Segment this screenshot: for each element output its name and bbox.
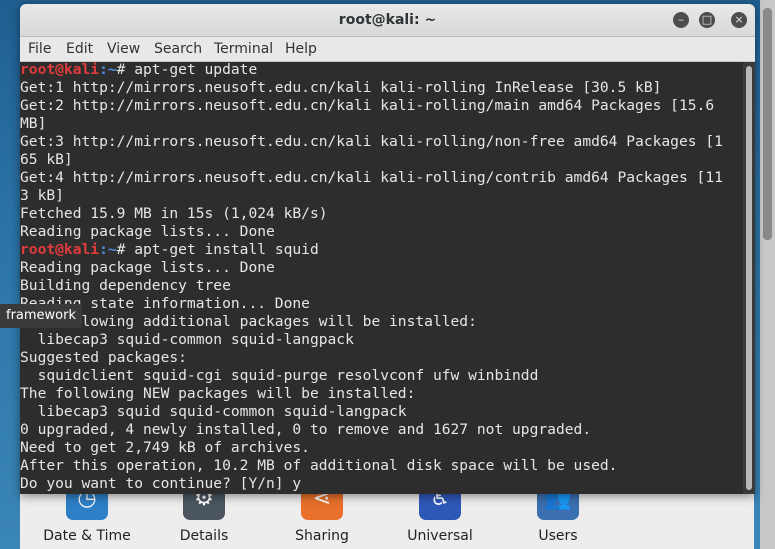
terminal-line: Do you want to continue? [Y/n] y bbox=[20, 475, 302, 492]
terminal-line: libecap3 squid squid-common squid-langpa… bbox=[20, 403, 407, 420]
framework-tooltip: framework bbox=[0, 304, 83, 328]
settings-scroll-thumb[interactable] bbox=[763, 8, 772, 240]
terminal-line: 3 kB] bbox=[20, 187, 64, 204]
menu-terminal[interactable]: Terminal bbox=[214, 37, 273, 61]
terminal-line: 0 upgraded, 4 newly installed, 0 to remo… bbox=[20, 421, 592, 438]
bottom-item-label: Universal bbox=[407, 528, 473, 544]
minimize-button[interactable]: – bbox=[673, 12, 689, 28]
prompt-user: root@kali bbox=[20, 61, 100, 78]
menubar: File Edit View Search Terminal Help bbox=[20, 37, 755, 62]
window-titlebar[interactable]: root@kali: ~ – □ × bbox=[20, 4, 755, 37]
prompt-user: root@kali bbox=[20, 241, 100, 258]
menu-search[interactable]: Search bbox=[154, 37, 202, 61]
terminal-line: squidclient squid-cgi squid-purge resolv… bbox=[20, 367, 539, 384]
terminal-line: Fetched 15.9 MB in 15s (1,024 kB/s) bbox=[20, 205, 328, 222]
terminal-window[interactable]: root@kali: ~ – □ × File Edit View Search… bbox=[20, 4, 755, 494]
terminal-prompt-line: root@kali:~# apt-get install squid bbox=[20, 241, 742, 259]
window-title: root@kali: ~ bbox=[338, 12, 437, 28]
prompt-command: apt-get update bbox=[134, 61, 258, 78]
terminal-text[interactable]: root@kali:~# apt-get update Get:1 http://… bbox=[20, 61, 742, 493]
terminal-output-area[interactable]: root@kali:~# apt-get update Get:1 http://… bbox=[20, 61, 755, 494]
terminal-line: Get:2 http://mirrors.neusoft.edu.cn/kali… bbox=[20, 97, 715, 114]
maximize-button[interactable]: □ bbox=[699, 12, 715, 28]
terminal-line: Suggested packages: bbox=[20, 349, 187, 366]
terminal-line: Reading state information... Done bbox=[20, 295, 310, 312]
menu-help[interactable]: Help bbox=[285, 37, 317, 61]
terminal-prompt-line: root@kali:~# apt-get update bbox=[20, 61, 742, 79]
menu-view[interactable]: View bbox=[107, 37, 140, 61]
terminal-line: The following additional packages will b… bbox=[20, 313, 477, 330]
terminal-line: Get:3 http://mirrors.neusoft.edu.cn/kali… bbox=[20, 133, 723, 150]
menu-file[interactable]: File bbox=[28, 37, 51, 61]
terminal-line: Building dependency tree bbox=[20, 277, 231, 294]
bottom-item-label: Details bbox=[179, 528, 229, 544]
prompt-symbol: # bbox=[116, 61, 135, 78]
terminal-line: After this operation, 10.2 MB of additio… bbox=[20, 457, 618, 474]
bottom-item-label: Date & Time bbox=[43, 528, 131, 544]
terminal-line: Need to get 2,749 kB of archives. bbox=[20, 439, 310, 456]
prompt-path: :~ bbox=[99, 61, 117, 78]
terminal-line: Reading package lists... Done bbox=[20, 223, 275, 240]
menu-edit[interactable]: Edit bbox=[66, 37, 93, 61]
terminal-line: MB] bbox=[20, 115, 47, 132]
terminal-scrollbar[interactable] bbox=[743, 62, 755, 494]
prompt-path: :~ bbox=[99, 241, 117, 258]
terminal-scroll-thumb[interactable] bbox=[746, 66, 752, 490]
settings-scrollbar[interactable] bbox=[760, 0, 775, 549]
bottom-item-label: Sharing bbox=[295, 528, 349, 544]
prompt-command: apt-get install squid bbox=[134, 241, 319, 258]
terminal-line: Reading package lists... Done bbox=[20, 259, 275, 276]
prompt-symbol: # bbox=[116, 241, 135, 258]
terminal-line: 65 kB] bbox=[20, 151, 73, 168]
terminal-line: Get:4 http://mirrors.neusoft.edu.cn/kali… bbox=[20, 169, 723, 186]
close-button[interactable]: × bbox=[731, 12, 747, 28]
bottom-item-label: Users bbox=[538, 528, 578, 544]
terminal-line: The following NEW packages will be insta… bbox=[20, 385, 416, 402]
terminal-line: Get:1 http://mirrors.neusoft.edu.cn/kali… bbox=[20, 79, 662, 96]
terminal-line: libecap3 squid-common squid-langpack bbox=[20, 331, 354, 348]
